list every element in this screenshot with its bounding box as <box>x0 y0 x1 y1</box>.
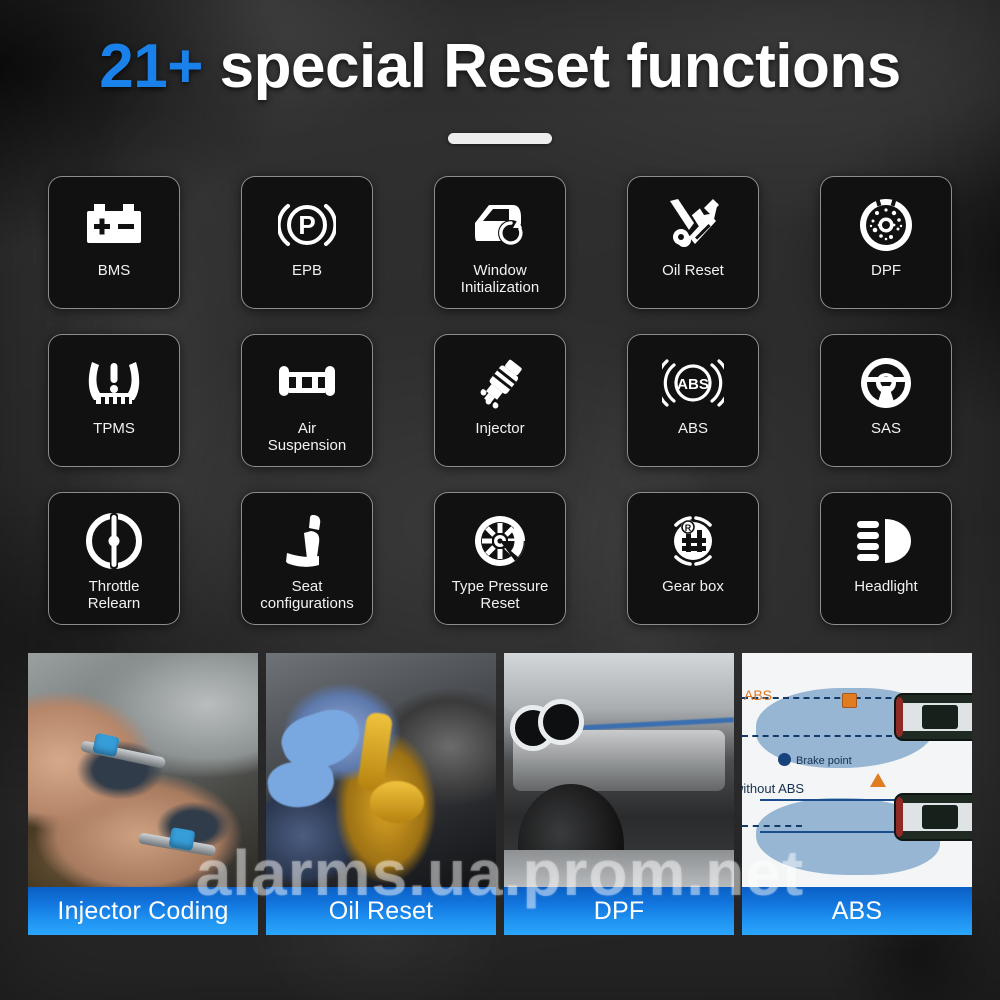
function-tile-label: Type Pressure Reset <box>451 578 549 613</box>
photo-card-caption: Oil Reset <box>266 887 496 936</box>
wrench-screwdriver-icon <box>664 194 722 256</box>
gear-shift-pattern-icon: R <box>664 510 722 572</box>
function-tile-label: ABS <box>677 420 708 438</box>
function-tile-label: Headlight <box>854 578 918 596</box>
page-title: 21+ special Reset functions <box>0 34 1000 99</box>
function-tile-seat-configurations[interactable]: Seat configurations <box>241 492 373 626</box>
abs-braking-distance-diagram: ABS Brake point without ABS <box>742 653 972 888</box>
parking-brake-icon: P <box>278 194 336 256</box>
wheel-icon <box>471 510 529 572</box>
fuel-injectors-in-hands-photo <box>28 653 258 888</box>
svg-text:ABS: ABS <box>677 376 709 393</box>
headlight-beam-icon <box>855 510 917 572</box>
chassis-axle-icon <box>276 352 338 414</box>
no-abs-dash <box>742 825 802 828</box>
function-tile-sas[interactable]: SAS <box>820 334 952 468</box>
car-without-abs <box>894 793 972 842</box>
function-tile-oil-reset[interactable]: Oil Reset <box>627 176 759 310</box>
function-tile-label: Injector <box>475 420 525 438</box>
function-tile-air-suspension[interactable]: Air Suspension <box>241 334 373 468</box>
brake-point-dot <box>778 753 791 767</box>
photo-card-abs[interactable]: ABS Brake point without ABS ABS <box>742 653 972 936</box>
steering-wheel-icon <box>857 352 915 414</box>
function-tile-epb[interactable]: P EPB <box>241 176 373 310</box>
function-tile-abs[interactable]: ABS ABS <box>627 334 759 468</box>
function-tile-label: Window Initialization <box>460 262 540 297</box>
fuel-injector-icon <box>471 352 529 414</box>
svg-text:R: R <box>685 523 692 533</box>
function-tile-label: Oil Reset <box>662 262 724 280</box>
photo-card-dpf[interactable]: DPF <box>504 653 734 936</box>
car-nose <box>896 797 903 838</box>
function-tile-bms[interactable]: BMS <box>48 176 180 310</box>
abs-marker-square <box>842 693 857 709</box>
no-abs-path-lower <box>760 831 900 834</box>
function-tile-gear-box[interactable]: R Gear box <box>627 492 759 626</box>
photo-card-oil-reset[interactable]: Oil Reset <box>266 653 496 936</box>
ground-surface <box>504 849 734 888</box>
photo-card-row: Injector Coding Oil Reset DPF ABS Brake … <box>28 653 972 936</box>
car-roof <box>922 804 958 830</box>
battery-icon <box>83 194 145 256</box>
function-tile-headlight[interactable]: Headlight <box>820 492 952 626</box>
header: 21+ special Reset functions <box>0 0 1000 145</box>
car-with-abs <box>894 693 972 742</box>
car-nose <box>896 697 903 738</box>
function-tile-label: Air Suspension <box>267 420 347 455</box>
photo-card-caption: DPF <box>504 887 734 936</box>
photo-card-injector-coding[interactable]: Injector Coding <box>28 653 258 936</box>
function-tile-label: BMS <box>97 262 131 280</box>
abs-label: ABS <box>744 687 773 704</box>
title-divider <box>448 133 552 145</box>
function-tile-label: SAS <box>870 420 901 438</box>
function-tile-label: DPF <box>871 262 901 280</box>
engine-oil-pouring-photo <box>266 653 496 888</box>
particulate-filter-icon <box>857 194 915 256</box>
photo-card-caption: ABS <box>742 887 972 936</box>
brake-point-label: Brake point <box>796 755 852 768</box>
abs-brake-icon: ABS <box>662 352 724 414</box>
function-tile-label: Seat configurations <box>260 578 354 613</box>
photo-card-caption: Injector Coding <box>28 887 258 936</box>
without-abs-label: without ABS <box>742 781 805 797</box>
page-title-count: 21+ <box>99 32 203 101</box>
function-tile-throttle-relearn[interactable]: Throttle Relearn <box>48 492 180 626</box>
function-tile-window-initialization[interactable]: Window Initialization <box>434 176 566 310</box>
function-tile-label: Gear box <box>662 578 724 596</box>
skid-cone-marker <box>870 773 886 788</box>
function-tile-label: EPB <box>291 262 322 280</box>
svg-text:P: P <box>298 210 315 240</box>
function-tile-label: TPMS <box>93 420 135 438</box>
abs-path-lower <box>742 735 892 738</box>
exhaust-tip-right <box>538 699 584 746</box>
function-tile-type-pressure-reset[interactable]: Type Pressure Reset <box>434 492 566 626</box>
function-tile-injector[interactable]: Injector <box>434 334 566 468</box>
page-title-text: special Reset functions <box>219 32 902 101</box>
function-tile-tpms[interactable]: TPMS <box>48 334 180 468</box>
no-abs-path-upper <box>760 799 900 802</box>
exhaust-tailpipe-underbody-photo <box>504 653 734 888</box>
function-tile-label: Throttle Relearn <box>87 578 141 613</box>
car-door-window-icon <box>469 194 531 256</box>
tire-pressure-warning-icon <box>85 352 143 414</box>
car-seat-icon <box>281 510 333 572</box>
function-grid: BMS P EPB Window Initialization Oil Rese… <box>48 176 952 626</box>
function-tile-dpf[interactable]: DPF <box>820 176 952 310</box>
throttle-body-icon <box>86 510 142 572</box>
car-roof <box>922 704 958 730</box>
